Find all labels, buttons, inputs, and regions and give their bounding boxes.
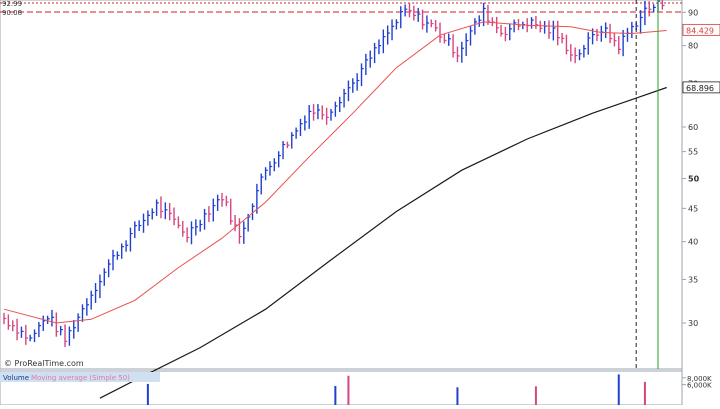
price-chart[interactable]: 9080706055504540353084.42968.8968,000K6,… <box>0 0 720 406</box>
value-flag-label: 68.896 <box>686 84 714 93</box>
watermark-text: © ProRealTime.com <box>4 359 84 368</box>
price-axis-label: 45 <box>688 204 698 213</box>
level-label-second: 90.08 <box>2 9 22 17</box>
level-label-top: 92.99 <box>2 0 22 8</box>
volume-axis-label: 6,000K <box>687 382 712 390</box>
price-axis-label: 60 <box>688 123 698 132</box>
price-axis-label: 30 <box>688 319 698 328</box>
price-axis-label: 80 <box>688 42 698 51</box>
axis-layer: 9080706055504540353084.42968.8968,000K6,… <box>682 8 720 390</box>
volume-legend-label: Volume <box>3 374 29 382</box>
price-axis-label: 40 <box>688 238 698 247</box>
value-flag-label: 84.429 <box>686 26 714 35</box>
price-axis-label: 35 <box>688 275 698 284</box>
chart-stage: 9080706055504540353084.42968.8968,000K6,… <box>0 0 720 406</box>
price-axis-label: 50 <box>688 175 700 184</box>
price-axis-label: 55 <box>688 148 698 157</box>
volume-legend-ma-label: Moving average (Simple 50) <box>31 374 130 382</box>
price-axis-label: 90 <box>688 8 698 17</box>
